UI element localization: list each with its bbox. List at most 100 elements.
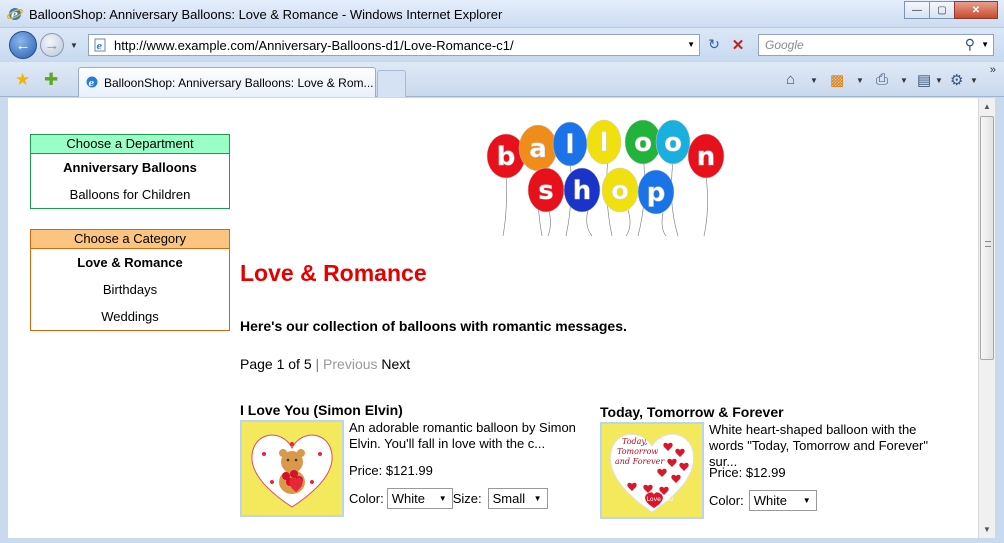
print-icon[interactable]: ⎙ [876,71,888,88]
chevron-down-icon[interactable]: ▼ [803,496,811,505]
size-select[interactable]: Small ▼ [487,488,548,509]
product-description: An adorable romantic balloon by Simon El… [349,420,576,451]
tab-bar: ★ ✚ e BalloonShop: Anniversary Balloons:… [0,62,1004,97]
page-dropdown-icon[interactable]: ▼ [935,76,943,85]
address-bar[interactable]: e http://www.example.com/Anniversary-Bal… [88,34,700,56]
recent-pages-dropdown-icon[interactable]: ▼ [70,41,78,50]
product-name[interactable]: I Love You (Simon Elvin) [240,402,600,418]
product-card: Today, Tomorrow & Forever Today, Tomorro… [600,404,960,519]
title-bar: e BalloonShop: Anniversary Balloons: Lov… [0,0,1004,28]
svg-text:e: e [89,79,95,89]
svg-text:l: l [600,128,609,158]
product-price: Price: $121.99 [349,463,433,478]
add-favorites-icon[interactable]: ✚ [44,70,58,90]
ie-logo-icon: e [7,8,23,21]
svg-text:b: b [497,142,516,172]
minimize-button[interactable]: — [904,1,930,19]
chevron-down-icon[interactable]: ▼ [534,494,542,503]
color-label: Color: [349,491,384,506]
pager-previous: Previous [323,356,378,372]
department-item-children[interactable]: Balloons for Children [31,181,229,208]
address-dropdown-icon[interactable]: ▼ [687,40,695,49]
close-button[interactable]: ✕ [954,1,998,19]
print-dropdown-icon[interactable]: ▼ [900,76,908,85]
product-name[interactable]: Today, Tomorrow & Forever [600,404,960,420]
image-text-line-3: and Forever [615,457,665,466]
navigation-bar: ← → ▼ e http://www.example.com/Anniversa… [0,28,1004,62]
svg-text:o: o [664,128,682,158]
image-text-line-2: Tomorrow [617,447,658,456]
forward-arrow-icon[interactable]: → [40,33,64,57]
color-select[interactable]: White ▼ [386,488,453,509]
gear-icon[interactable]: ⚙ [950,71,963,89]
stop-icon[interactable]: ✕ [728,36,748,54]
category-title: Love & Romance [240,260,427,286]
category-item-love-romance[interactable]: Love & Romance [31,249,229,276]
vertical-scrollbar[interactable]: ▲ ▼ [978,98,995,538]
maximize-button[interactable]: ▢ [929,1,955,19]
product-options: Color: White ▼ [709,490,817,511]
color-select-value[interactable]: White [754,493,787,508]
image-text-line-1: Today, [622,437,647,446]
rss-dropdown-icon[interactable]: ▼ [856,76,864,85]
search-dropdown-icon[interactable]: ▼ [981,40,989,49]
product-image[interactable]: Today, Tomorrow and Forever I Love You [600,422,704,519]
back-arrow-icon[interactable]: ← [9,31,37,59]
product-image[interactable] [240,420,344,517]
svg-text:e: e [97,42,103,52]
color-select-value[interactable]: White [392,491,425,506]
search-box[interactable]: Google ⚲ ▼ [758,34,994,56]
image-text-line-4: I Love You [643,496,673,503]
window-title: BalloonShop: Anniversary Balloons: Love … [29,7,503,22]
pager-next-link[interactable]: Next [381,356,410,372]
category-item-birthdays[interactable]: Birthdays [31,276,229,303]
product-card: I Love You (Simon Elvin) An adorable rom… [240,402,600,517]
category-description: Here's our collection of balloons with r… [240,318,627,334]
department-item-anniversary[interactable]: Anniversary Balloons [31,154,229,181]
window-frame-bottom [0,538,1004,543]
svg-text:o: o [634,128,652,158]
product-price: Price: $12.99 [709,465,786,480]
page-menu-icon[interactable]: ▤ [917,71,931,89]
page-icon: e [94,38,106,52]
department-heading: Choose a Department [31,135,229,154]
rss-icon[interactable]: ▩ [830,71,844,89]
search-icon[interactable]: ⚲ [965,36,975,53]
new-tab-button[interactable] [377,70,406,97]
scroll-down-icon[interactable]: ▼ [983,525,991,534]
tab-title[interactable]: BalloonShop: Anniversary Balloons: Love … [104,76,373,90]
category-item-weddings[interactable]: Weddings [31,303,229,330]
svg-text:o: o [611,176,629,206]
category-heading: Choose a Category [31,230,229,249]
svg-text:h: h [573,176,592,206]
size-label: Size: [452,491,482,506]
svg-text:l: l [566,130,575,160]
svg-text:p: p [647,178,666,208]
color-select[interactable]: White ▼ [748,490,817,511]
svg-text:n: n [697,142,716,172]
web-page: Choose a Department Anniversary Balloons… [8,98,978,538]
ie-logo-icon: e [86,76,98,89]
balloonshop-logo[interactable]: b a l l o o n s h o p [478,118,728,240]
scroll-thumb[interactable] [980,116,994,360]
pager-separator: | [315,356,320,372]
star-icon[interactable]: ★ [15,70,30,90]
address-url[interactable]: http://www.example.com/Anniversary-Ballo… [114,38,514,53]
color-label: Color: [709,493,744,508]
window-frame-right [995,98,1004,543]
tools-dropdown-icon[interactable]: ▼ [970,76,978,85]
category-list: Choose a Category Love & Romance Birthda… [30,229,230,331]
home-icon[interactable]: ⌂ [786,71,795,88]
chevron-right-icon[interactable]: » [990,64,996,76]
refresh-icon[interactable]: ↻ [704,36,724,54]
home-dropdown-icon[interactable]: ▼ [810,76,818,85]
scroll-up-icon[interactable]: ▲ [983,102,991,111]
pager: Page 1 of 5 | Previous Next [240,356,410,372]
teddy-bear-heart-image [242,422,342,515]
search-placeholder[interactable]: Google [765,38,804,52]
tab-active[interactable]: e BalloonShop: Anniversary Balloons: Lov… [78,67,376,97]
size-select-value[interactable]: Small [493,491,526,506]
svg-text:s: s [538,176,553,206]
product-options: Color: White ▼ Size: Small ▼ [349,488,548,509]
chevron-down-icon[interactable]: ▼ [439,494,447,503]
